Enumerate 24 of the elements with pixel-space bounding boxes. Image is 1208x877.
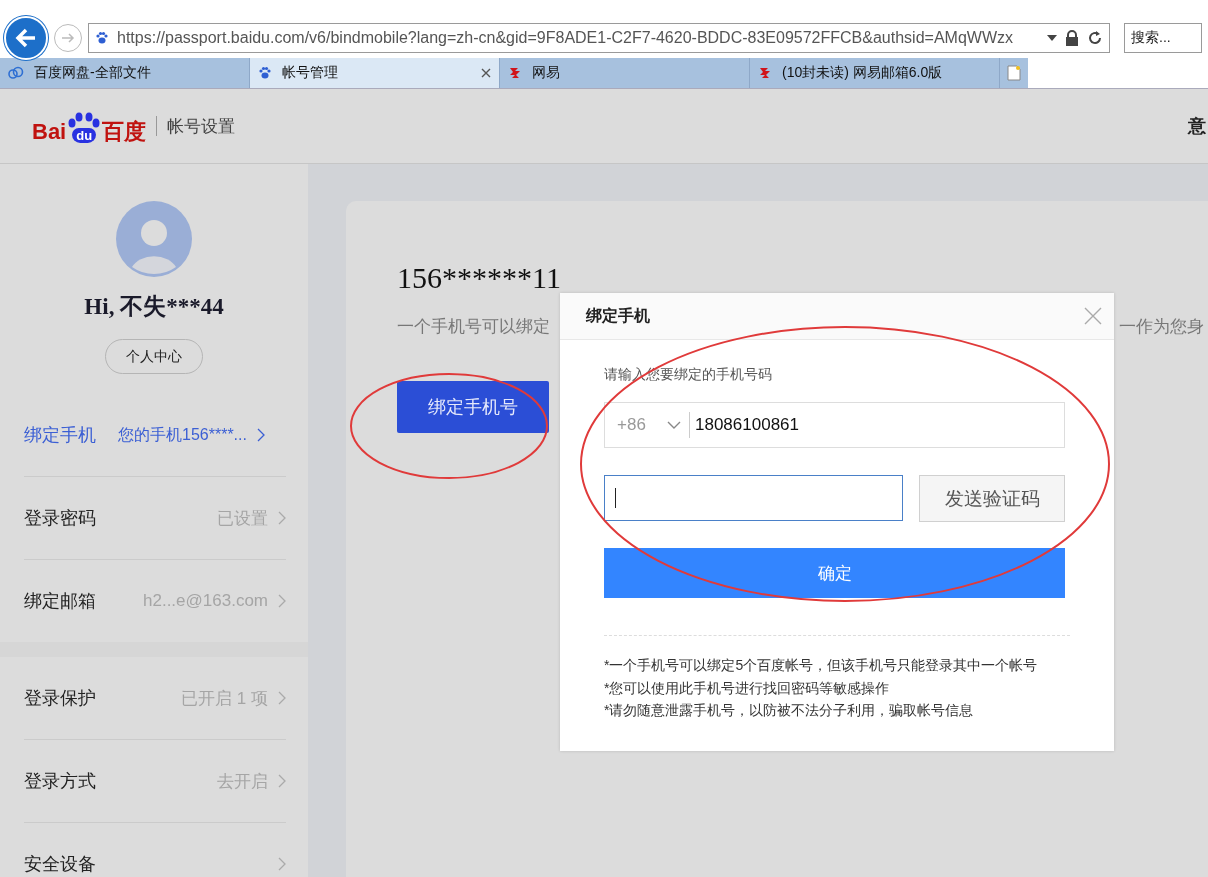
browser-tab[interactable]: 帐号管理 (250, 58, 500, 88)
bind-phone-button[interactable]: 绑定手机号 (397, 381, 549, 433)
search-field[interactable]: 搜索... (1124, 23, 1202, 53)
page-title: 帐号设置 (167, 115, 236, 138)
description-text: 一个手机号可以绑定 (397, 316, 550, 338)
phone-number: 156******11 (397, 261, 562, 295)
send-code-button[interactable]: 发送验证码 (919, 475, 1065, 522)
note-text: *一个手机号可以绑定5个百度帐号，但该手机号只能登录其中一个帐号 (604, 656, 1039, 675)
confirm-button[interactable]: 确定 (604, 548, 1065, 598)
note-text: *请勿随意泄露手机号，以防被不法分子利用，骗取帐号信息 (604, 701, 975, 720)
logo[interactable]: Bai du 百度 (32, 109, 147, 143)
phone-input-field[interactable]: +86 18086100861 (604, 402, 1065, 448)
browser-tab[interactable]: 网易 (500, 58, 750, 88)
address-bar[interactable]: https://passport.baidu.com/v6/bindmobile?lang=zh-cn&gid=9F8ADE1-C2F7-4620-BDDC-83E09572FFCB&authsid=AMqWWzx (88, 23, 1110, 53)
greeting: Hi, 不失***44 (84, 293, 224, 321)
dialog-title: 绑定手机 (586, 305, 650, 326)
profile-button[interactable]: 个人中心 (105, 339, 203, 374)
settings-item[interactable]: 安全设备 (24, 823, 286, 877)
browser-tab[interactable]: 百度网盘-全部文件 (0, 58, 250, 88)
note-text: *您可以使用此手机号进行找回密码等敏感操作 (604, 678, 891, 698)
header-link[interactable]: 意 (1188, 114, 1206, 138)
browser-tab[interactable]: (10封未读) 网易邮箱6.0版 (750, 58, 1000, 88)
settings-item[interactable]: 绑定手机 您的手机156****... (24, 394, 286, 477)
description-text: 一作为您身 (1119, 316, 1204, 338)
